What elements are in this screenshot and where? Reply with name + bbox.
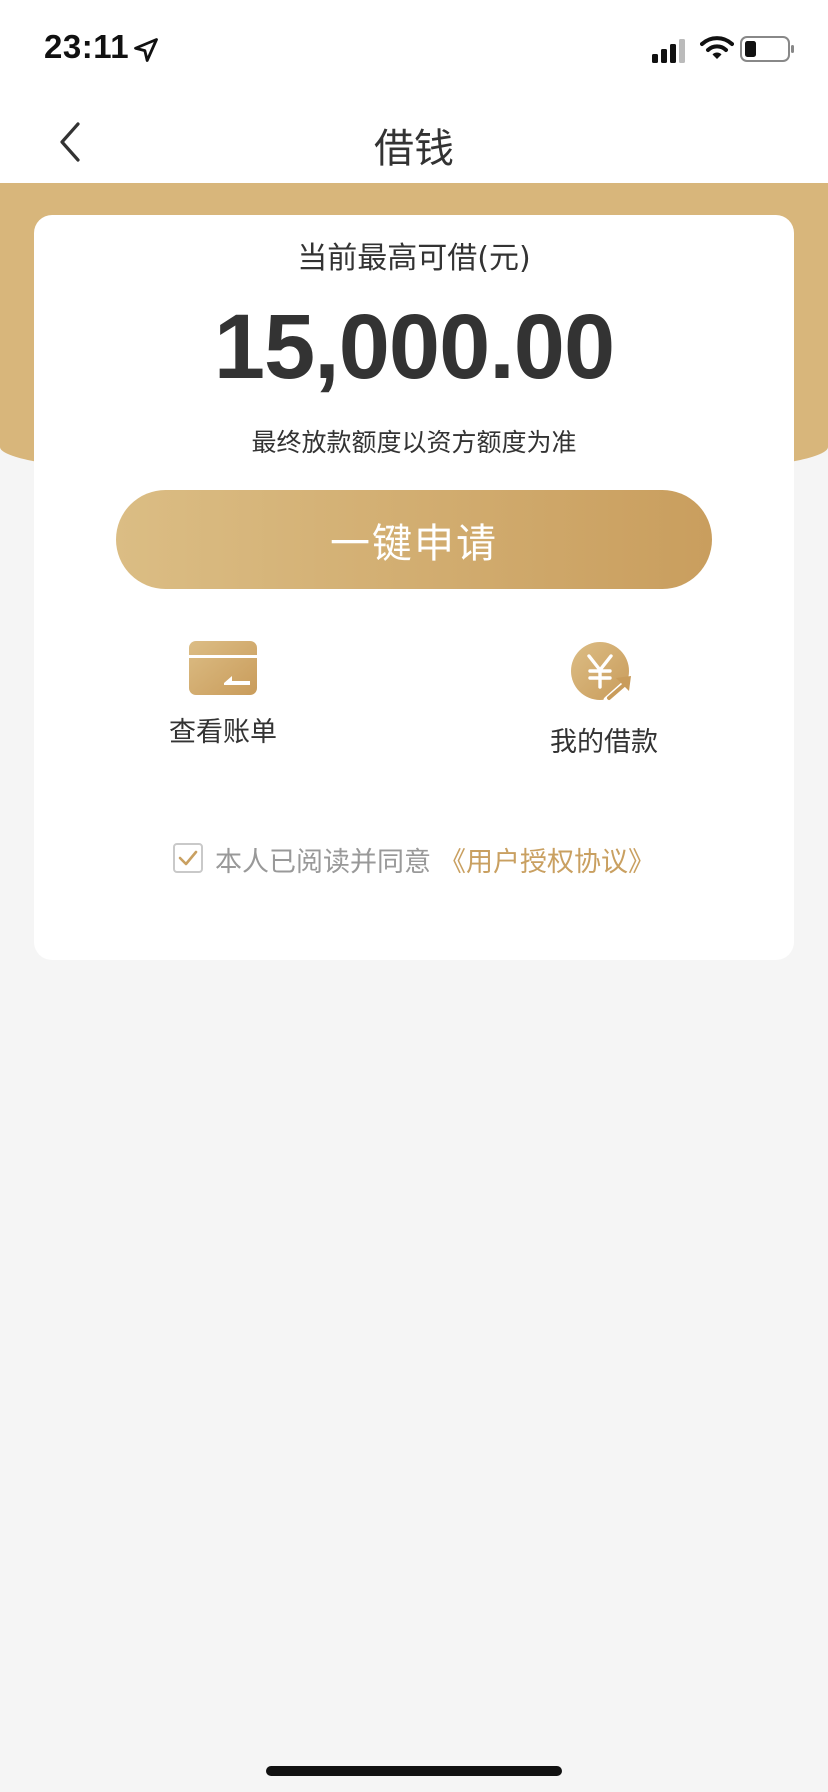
view-bill-label: 查看账单 xyxy=(169,717,277,748)
location-arrow-icon xyxy=(134,38,158,62)
agreement-row: 本人已阅读并同意 《用户授权协议》 xyxy=(34,840,794,879)
apply-button[interactable]: 一键申请 xyxy=(116,490,712,589)
status-bar: 23:11 xyxy=(0,0,828,100)
user-authorization-agreement-link[interactable]: 《用户授权协议》 xyxy=(439,847,655,878)
signal-icon xyxy=(652,39,685,63)
limit-note: 最终放款额度以资方额度为准 xyxy=(251,428,577,457)
my-loans-label: 我的借款 xyxy=(550,727,658,758)
home-indicator xyxy=(266,1766,562,1776)
battery-icon xyxy=(740,36,794,62)
agreement-text: 本人已阅读并同意 xyxy=(215,847,431,878)
agreement-checkbox[interactable] xyxy=(173,842,203,873)
limit-amount: 15,000.00 xyxy=(213,296,615,398)
page-title: 借钱 xyxy=(374,126,454,172)
loan-card: 当前最高可借(元) 15,000.00 最终放款额度以资方额度为准 一键申请 查… xyxy=(34,215,794,960)
status-time: 23:11 xyxy=(44,28,130,65)
yuan-coin-icon xyxy=(571,642,631,704)
nav-bar: 借钱 xyxy=(0,100,828,184)
limit-label: 当前最高可借(元) xyxy=(297,241,531,276)
bill-card-icon xyxy=(189,641,257,695)
view-bill-button[interactable]: 查看账单 xyxy=(123,640,323,749)
my-loans-button[interactable]: 我的借款 xyxy=(504,640,704,759)
wifi-icon xyxy=(700,36,734,59)
